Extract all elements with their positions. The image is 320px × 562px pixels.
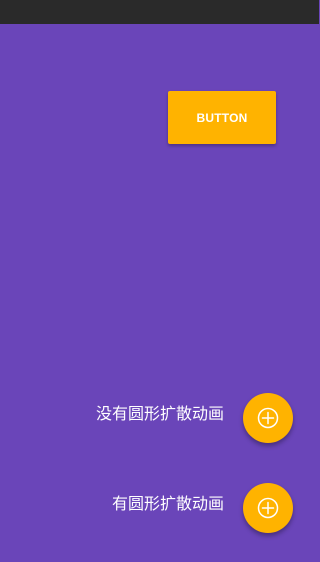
primary-button[interactable]: BUTTON [168, 91, 276, 144]
fab-label-circular-reveal: 有圆形扩散动画 [111, 494, 224, 513]
fab-circular-reveal[interactable] [243, 483, 293, 533]
fab-label-no-circular-reveal: 没有圆形扩散动画 [95, 404, 224, 423]
fab-no-circular-reveal[interactable] [243, 393, 293, 443]
add-circle-icon [257, 407, 279, 429]
add-circle-icon [257, 497, 279, 519]
status-bar [0, 0, 319, 24]
